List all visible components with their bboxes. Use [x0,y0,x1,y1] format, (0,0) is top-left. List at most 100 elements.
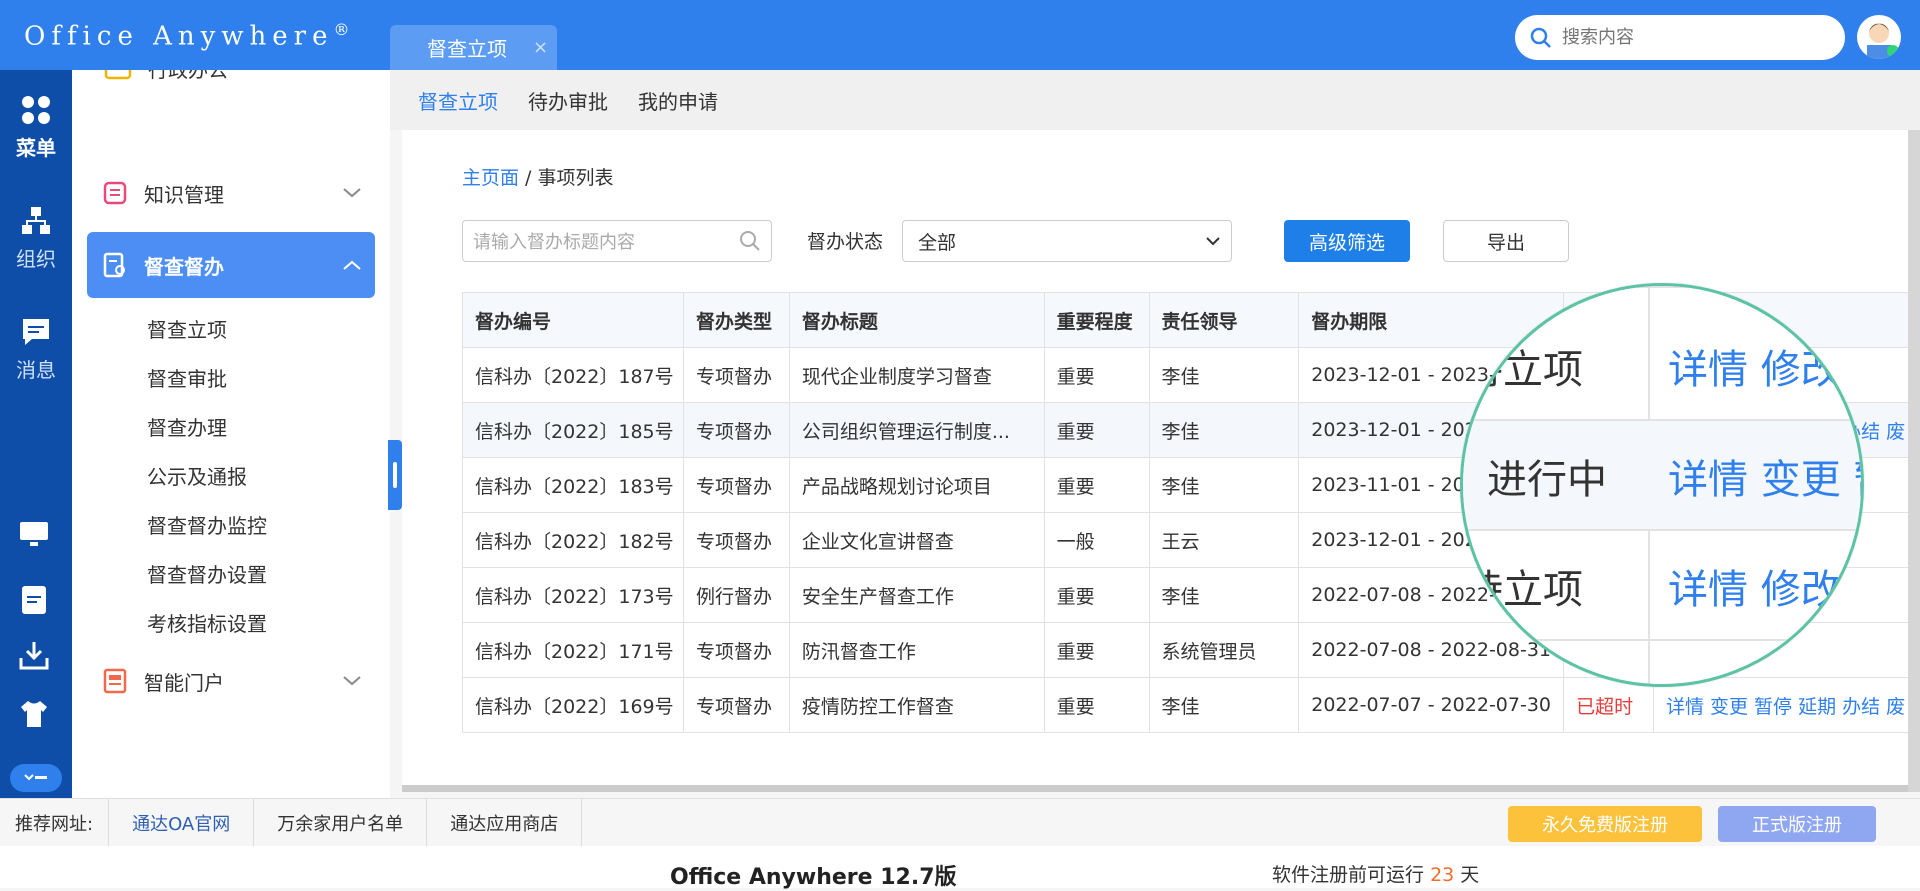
cell-leader: 系统管理员 [1148,622,1300,678]
row-action-link[interactable]: 详情 [1666,696,1704,718]
register-pro-button[interactable]: 正式版注册 [1718,806,1876,842]
footer-link-official[interactable]: 通达OA官网 [108,798,253,847]
audit-icon [103,252,125,278]
tab-label: 督查立项 [427,37,507,61]
chevron-down-icon [343,188,361,198]
avatar[interactable] [1857,15,1901,59]
export-button[interactable]: 导出 [1443,220,1569,262]
magnifier-actions: 详情 修改 [1668,567,1841,613]
footer-link-users[interactable]: 万余家用户名单 [253,798,426,847]
document-icon[interactable] [18,584,50,616]
tab-project[interactable]: 督查立项 [418,86,498,115]
magnifier-status: 进行中 [1487,457,1607,503]
sidebar-group-knowledge[interactable]: 知识管理 [87,160,375,226]
vertical-scrollbar[interactable] [1908,130,1920,792]
cell-level: 重要 [1043,457,1150,513]
sidebar-collapse-handle[interactable] [388,440,402,510]
collapse-icon [24,774,47,781]
org-icon [22,207,50,234]
cell-id: 信科办〔2022〕182号 [462,512,684,568]
trial-days: 23 [1430,864,1455,886]
magnifier-status: 待立项 [1463,567,1583,613]
magnifier-status: 待立项 [1463,347,1583,393]
download-icon[interactable] [18,640,50,672]
column-header[interactable]: 责任领导 [1148,292,1300,348]
sidebar-item-monitor[interactable]: 督查督办监控 [147,510,267,539]
status-filter-label: 督办状态 [807,231,884,253]
cell-title: 安全生产督查工作 [788,567,1045,623]
rail-item-menu[interactable]: 菜单 [0,94,72,161]
sidebar-item-handle[interactable]: 督查办理 [147,412,227,441]
shirt-icon[interactable] [18,698,50,730]
column-header[interactable]: 督办编号 [462,292,684,348]
top-bar: Office Anywhere® 督查立项 × [0,0,1920,70]
cell-type: 专项督办 [682,347,790,403]
sidebar-group-supervision[interactable]: 督查督办 [87,232,375,298]
cell-title: 公司组织管理运行制度... [788,402,1045,458]
sidebar-item-approval[interactable]: 督查审批 [147,363,227,392]
magnifier-actions: 详情 变更 暂 [1668,457,1861,503]
global-search[interactable] [1515,15,1845,60]
sidebar-item-kpi[interactable]: 考核指标设置 [147,608,267,637]
row-action-link[interactable]: 暂停 [1754,696,1792,718]
register-free-button[interactable]: 永久免费版注册 [1508,806,1702,842]
chevron-down-icon [1206,237,1220,246]
row-action-link[interactable]: 延期 [1798,696,1836,718]
version-label: Office Anywhere 12.7版 [670,865,957,890]
column-header[interactable]: 督办类型 [682,292,790,348]
message-icon [23,319,49,345]
cell-type: 专项督办 [682,402,790,458]
sidebar-item-settings[interactable]: 督查督办设置 [147,559,267,588]
title-search-input[interactable]: 请输入督办标题内容 [462,220,772,262]
search-input[interactable] [1562,27,1822,48]
monitor-icon[interactable] [18,520,50,548]
cell-leader: 李佳 [1148,347,1300,403]
cell-type: 专项督办 [682,677,790,733]
advanced-filter-button[interactable]: 高级筛选 [1284,220,1410,262]
rail-toggle-button[interactable] [10,764,62,792]
cell-level: 一般 [1043,512,1150,568]
cell-level: 重要 [1043,347,1150,403]
row-action-link[interactable]: 废 [1886,696,1905,718]
sidebar-group-portal[interactable]: 智能门户 [87,648,375,714]
footer-link-store[interactable]: 通达应用商店 [426,798,583,847]
cell-type: 专项督办 [682,622,790,678]
status-bar [0,846,1920,888]
cell-type: 例行督办 [682,567,790,623]
cell-leader: 李佳 [1148,402,1300,458]
breadcrumb-home[interactable]: 主页面 [462,167,519,189]
breadcrumb: 主页面 / 事项列表 [462,167,614,189]
cell-level: 重要 [1043,677,1150,733]
cell-actions: 详情变更暂停延期办结废 [1653,677,1920,733]
row-action-link[interactable]: 办结 [1842,696,1880,718]
horizontal-scrollbar[interactable] [402,785,1920,792]
tab-active[interactable]: 督查立项 × [390,25,557,70]
table-row[interactable]: 信科办〔2022〕169号 专项督办 疫情防控工作督查 重要 李佳 2022-07-07 … [462,677,1920,733]
column-header[interactable]: 督办标题 [788,292,1045,348]
cell-title: 防汛督查工作 [788,622,1045,678]
cell-id: 信科办〔2022〕187号 [462,347,684,403]
row-action-link[interactable]: 变更 [1710,696,1748,718]
tab-pending[interactable]: 待办审批 [528,86,608,115]
row-action-link[interactable]: 废 [1886,421,1905,443]
app-logo: Office Anywhere® [24,20,356,52]
cell-title: 现代企业制度学习督查 [788,347,1045,403]
column-header[interactable]: 重要程度 [1043,292,1150,348]
icon-rail: 菜单 组织 消息 [0,70,72,798]
cell-type: 专项督办 [682,512,790,568]
sidebar-item-notice[interactable]: 公示及通报 [147,461,247,490]
sidebar-item-admin[interactable]: 行政办公 [72,70,390,98]
status-select[interactable]: 全部 [902,220,1232,262]
sidebar-item-project[interactable]: 督查立项 [147,314,227,343]
rail-item-message[interactable]: 消息 [0,316,72,383]
cell-level: 重要 [1043,402,1150,458]
search-icon[interactable] [739,230,761,252]
cell-type: 专项督办 [682,457,790,513]
cell-title: 企业文化宣讲督查 [788,512,1045,568]
tab-my-requests[interactable]: 我的申请 [638,86,718,115]
cell-id: 信科办〔2022〕173号 [462,567,684,623]
close-icon[interactable]: × [533,37,548,58]
rail-item-org[interactable]: 组织 [0,205,72,272]
cell-id: 信科办〔2022〕169号 [462,677,684,733]
sidebar-menu: 行政办公 知识管理 督查督办 督查立项 督查审批 督查办理 公示及通报 督查督办… [72,70,390,798]
